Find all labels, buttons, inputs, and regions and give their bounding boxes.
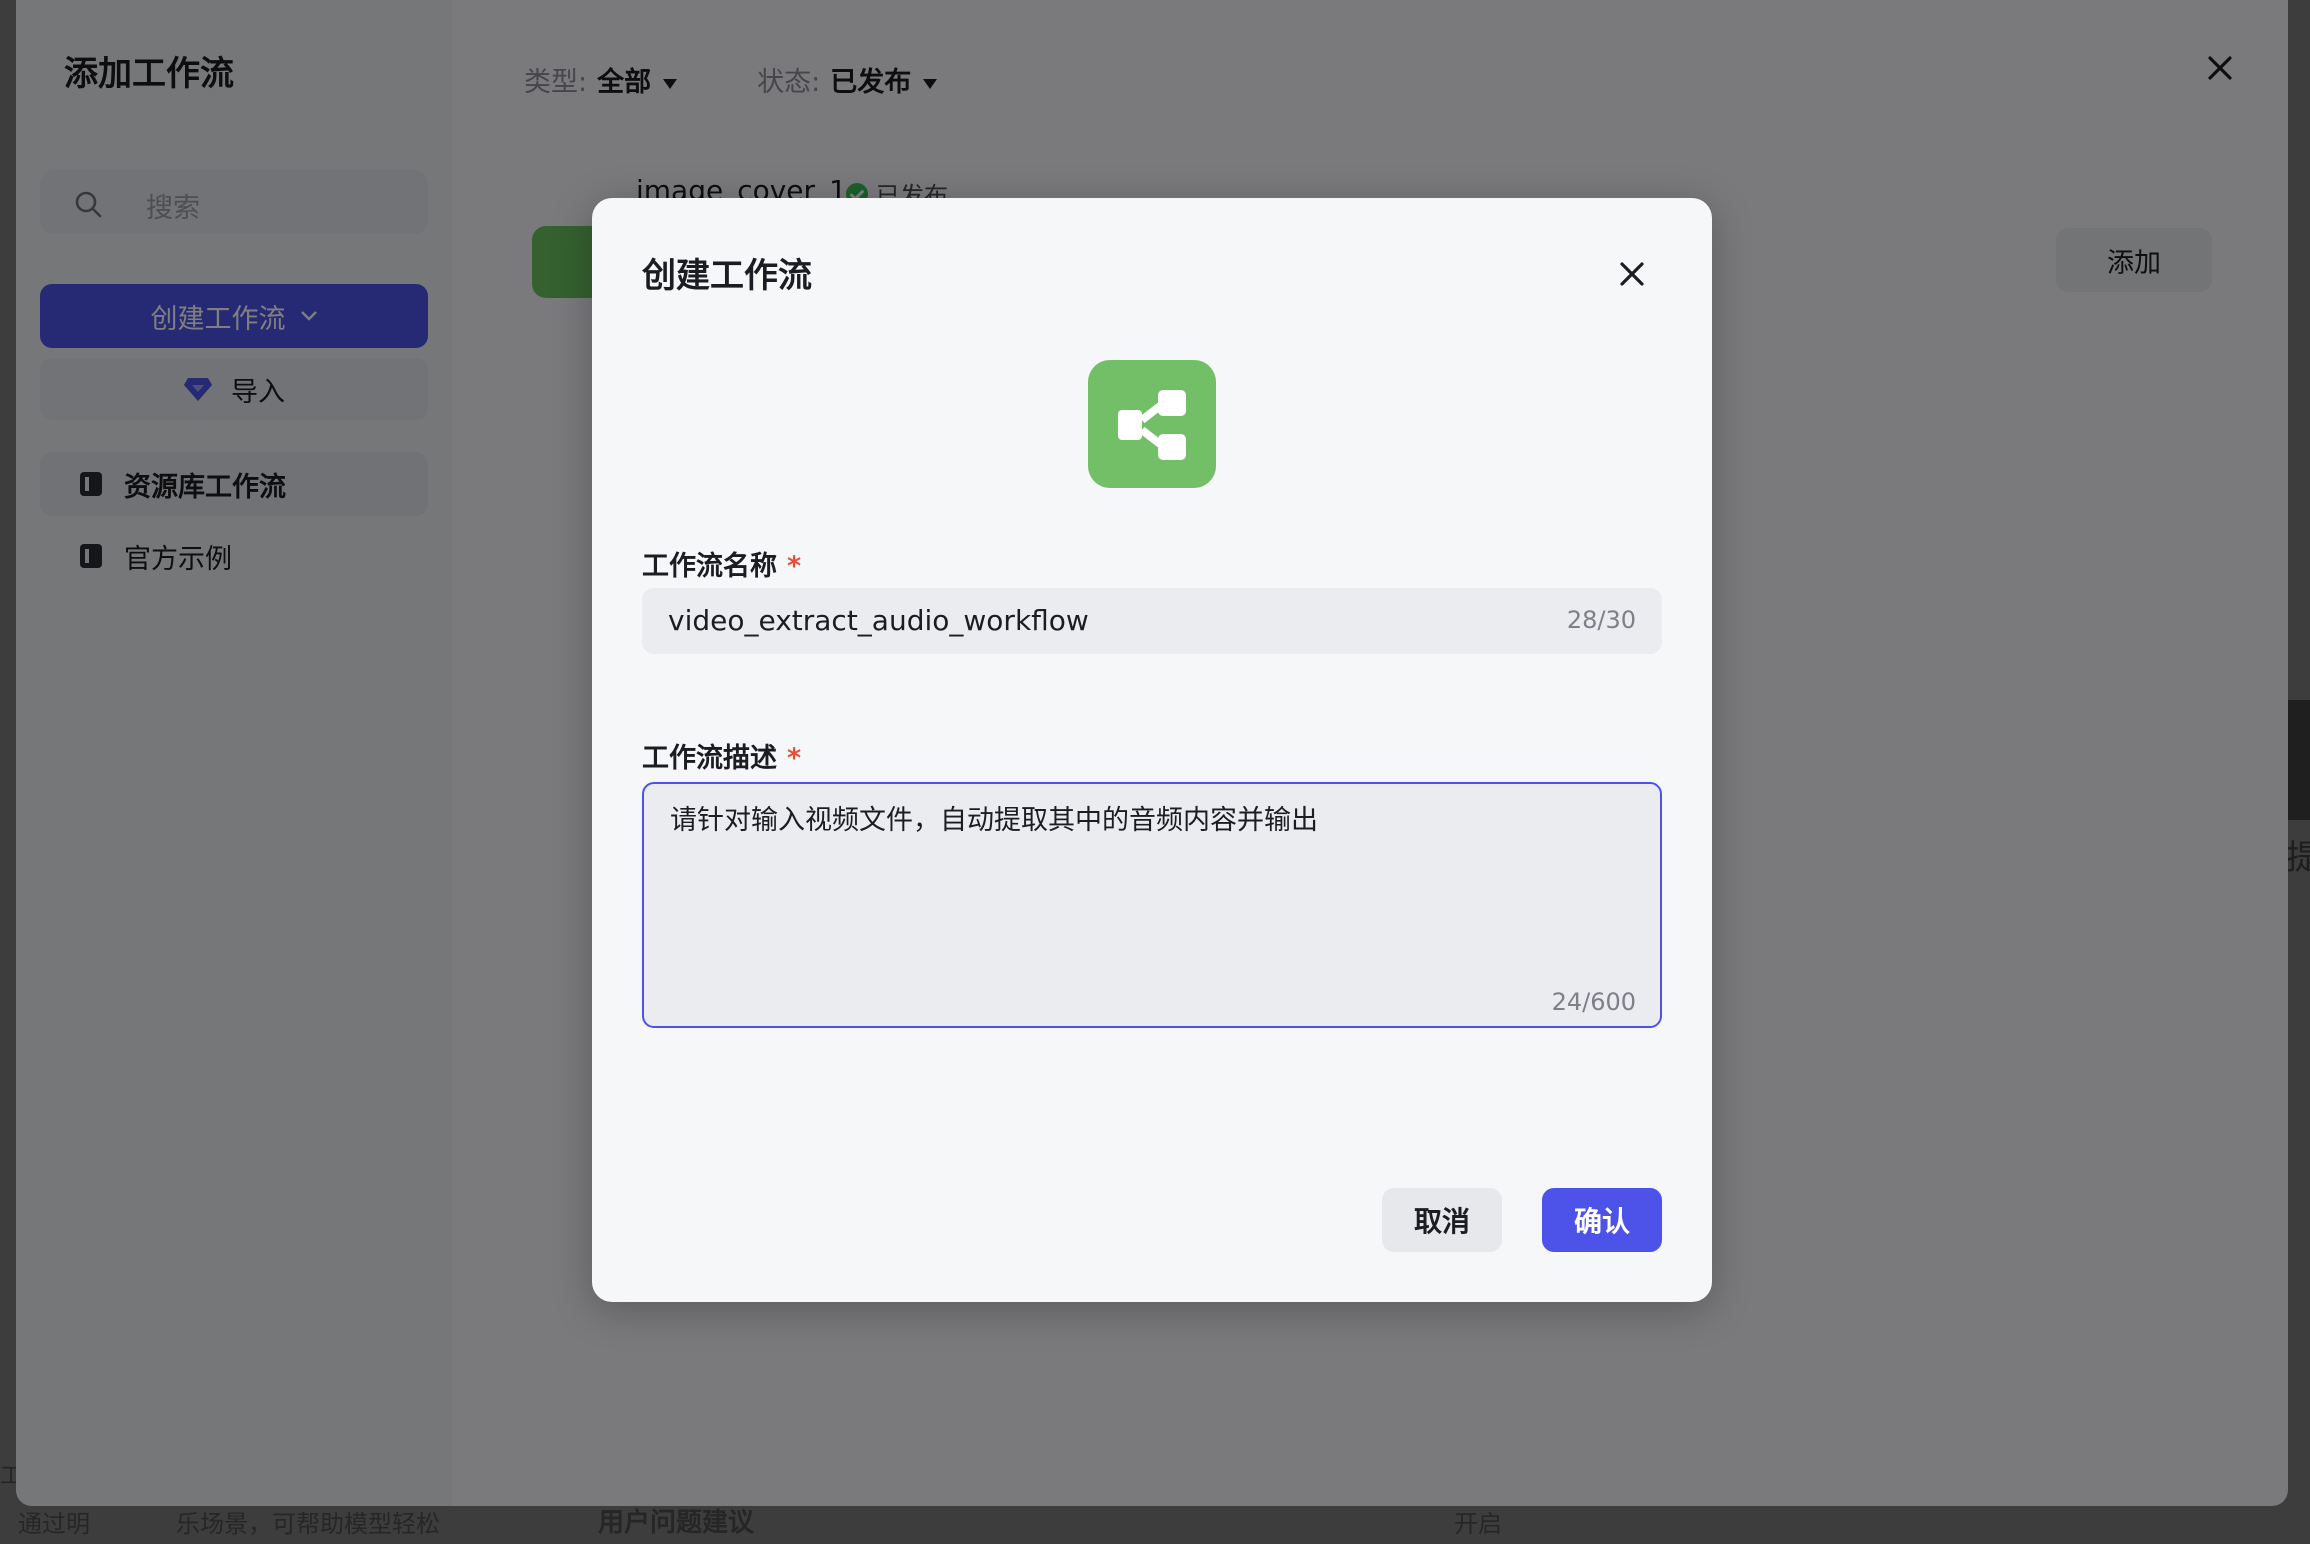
- workflow-description-label-text: 工作流描述: [642, 743, 777, 774]
- close-icon[interactable]: [1616, 258, 1648, 290]
- workflow-description-char-count: 24/600: [1551, 988, 1636, 1016]
- dialog-title: 创建工作流: [642, 256, 812, 296]
- workflow-name-value: video_extract_audio_workflow: [668, 604, 1089, 637]
- workflow-description-value: 请针对输入视频文件，自动提取其中的音频内容并输出: [670, 805, 1318, 836]
- workflow-description-textarea[interactable]: 请针对输入视频文件，自动提取其中的音频内容并输出 24/600: [642, 782, 1662, 1028]
- workflow-description-label: 工作流描述 *: [642, 736, 801, 775]
- workflow-name-label: 工作流名称 *: [642, 544, 801, 583]
- workflow-name-char-count: 28/30: [1566, 606, 1636, 634]
- workflow-name-label-text: 工作流名称: [642, 551, 777, 582]
- create-workflow-dialog: 创建工作流 工作流名称 * video_extract_audio_workflo…: [592, 198, 1712, 1302]
- cancel-button[interactable]: 取消: [1382, 1188, 1502, 1252]
- workflow-icon: [1118, 390, 1186, 460]
- required-mark: *: [787, 551, 802, 582]
- confirm-button[interactable]: 确认: [1542, 1188, 1662, 1252]
- workflow-logo[interactable]: [1088, 360, 1216, 488]
- required-mark: *: [787, 743, 802, 774]
- workflow-name-input[interactable]: video_extract_audio_workflow 28/30: [642, 588, 1662, 654]
